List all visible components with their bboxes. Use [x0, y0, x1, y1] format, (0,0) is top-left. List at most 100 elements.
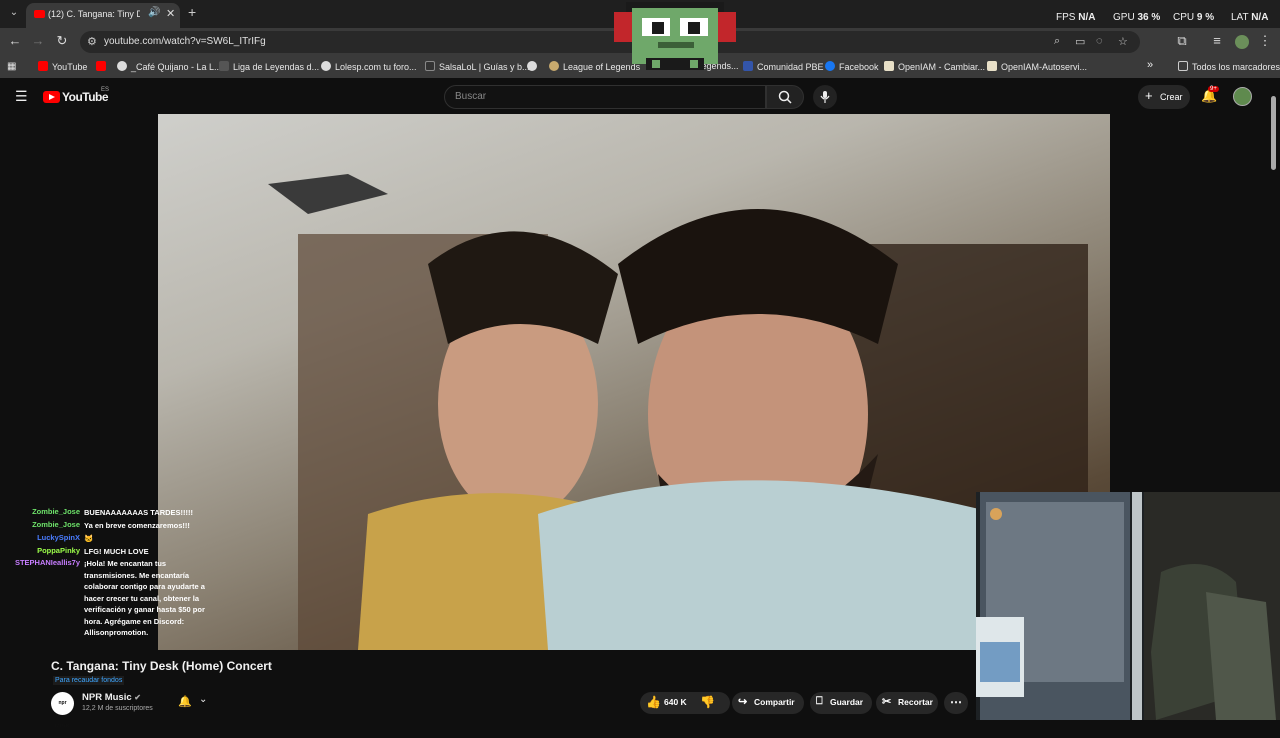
subscription-bell-button[interactable]: 🔔 ⌄ [172, 693, 218, 713]
search-icon [778, 90, 792, 104]
fundraiser-badge[interactable]: Para recaudar fondos [53, 676, 125, 685]
share-icon: ↪ [738, 696, 748, 708]
more-bookmarks-icon[interactable]: » [1147, 59, 1153, 71]
clip-button[interactable]: ✂ Recortar [876, 692, 938, 714]
tab-title: (12) C. Tangana: Tiny Desk (Home) Concer… [48, 9, 140, 19]
forward-icon[interactable]: → [30, 33, 46, 48]
voice-search-button[interactable] [813, 85, 837, 109]
page-icon [884, 61, 894, 71]
bookmark-icon: ⎕ [816, 695, 823, 707]
globe-icon [527, 61, 537, 71]
channel-avatar[interactable]: npr music [51, 692, 74, 729]
bookmark-salsalol[interactable]: SalsaLoL | Guías y b... [425, 61, 530, 72]
clip-label: Recortar [898, 697, 933, 707]
share-button[interactable]: ↪ Compartir [732, 692, 804, 714]
chat-text: Ya en breve comenzaremos!!! [84, 521, 190, 530]
webcam-frame [976, 492, 1280, 720]
microphone-icon [820, 91, 830, 103]
chat-text: 🐱 [84, 534, 94, 543]
profile-avatar[interactable] [1235, 35, 1249, 49]
chat-username: Zombie_Jose [32, 507, 80, 516]
new-tab-icon[interactable]: + [188, 4, 196, 20]
all-bookmarks-folder[interactable]: Todos los marcadores [1178, 61, 1280, 72]
bookmark-cafe-quijano[interactable]: _Café Quijano - La L... [117, 61, 222, 72]
chat-username: LuckySpinX [37, 533, 80, 542]
chat-username: STEPHANIeallis7y [14, 558, 80, 567]
like-count: 640 K [664, 697, 687, 707]
folder-icon [1178, 61, 1188, 71]
address-bar[interactable]: ⚙ youtube.com/watch?v=SW6L_ITrIFg ⌕ ▭ ◌ … [80, 31, 1140, 53]
youtube-favicon-icon [34, 10, 45, 18]
cast-icon[interactable]: ▭ [1075, 35, 1085, 48]
kebab-menu-icon[interactable]: ⋮ [1257, 33, 1273, 49]
fps-readout: FPS N/A [1056, 12, 1096, 23]
bookmark-lolesp[interactable]: Lolesp.com tu foro... [321, 61, 417, 72]
extensions-icon[interactable]: ⧉ [1174, 33, 1190, 49]
verified-badge-icon: ✔ [134, 693, 141, 702]
bookmark-openiam-cambiar[interactable]: OpenIAM - Cambiar... [884, 61, 985, 72]
bookmark-globe[interactable] [527, 61, 541, 72]
gpu-readout: GPU 36 % [1113, 12, 1161, 23]
page-icon [987, 61, 997, 71]
bell-icon: 🔔 [178, 696, 192, 708]
share-label: Compartir [754, 697, 795, 707]
page-scrollbar[interactable] [1271, 96, 1276, 170]
facebook-icon [825, 61, 835, 71]
search-button[interactable] [766, 85, 804, 109]
notification-badge: 9+ [1208, 86, 1219, 92]
youtube-icon [38, 61, 48, 71]
bookmark-facebook[interactable]: Facebook [825, 61, 879, 72]
speaker-icon[interactable]: 🔊 [148, 7, 160, 18]
account-avatar[interactable] [1233, 87, 1252, 106]
hamburger-menu-icon[interactable]: ☰ [15, 88, 28, 105]
apps-grid-icon[interactable]: ▦ [7, 61, 16, 72]
bookmark-star-icon[interactable]: ☆ [1118, 35, 1128, 48]
page-icon [743, 61, 753, 71]
search-placeholder: Buscar [455, 91, 487, 102]
chat-text: LFG! MUCH LOVE [84, 547, 149, 556]
video-frame [268, 174, 1110, 650]
site-info-icon[interactable]: ⚙ [87, 35, 97, 48]
close-tab-icon[interactable]: ✕ [166, 7, 175, 20]
like-dislike-group: 👍 640 K 👎 [640, 692, 730, 714]
bookmark-youtube[interactable]: YouTube [38, 61, 87, 72]
browser-tab-youtube[interactable]: (12) C. Tangana: Tiny Desk (Home) Concer… [26, 3, 180, 28]
media-controls-icon[interactable]: ≡ [1209, 33, 1225, 48]
search-input[interactable]: Buscar [444, 85, 766, 109]
chat-username: Zombie_Jose [32, 520, 80, 529]
bookmark-comunidad-pbe[interactable]: Comunidad PBE [743, 61, 824, 72]
tab-search-chevron-icon[interactable]: ⌄ [6, 5, 22, 21]
bookmark-liga-leyendas[interactable]: Liga de Leyendas d... [219, 61, 319, 72]
chat-username: PoppaPinky [37, 546, 80, 555]
region-code: ES [101, 87, 110, 93]
more-actions-button[interactable]: ⋯ [944, 692, 968, 714]
plus-icon: + [1145, 88, 1153, 103]
globe-icon [321, 61, 331, 71]
video-title: C. Tangana: Tiny Desk (Home) Concert [51, 659, 272, 673]
webcam-overlay [976, 492, 1280, 720]
video-player[interactable] [158, 114, 1110, 650]
chat-text: ¡Hola! Me encantan tus transmisiones. Me… [84, 559, 205, 637]
globe-icon [117, 61, 127, 71]
cpu-readout: CPU 9 % [1173, 12, 1215, 23]
bookmark-openiam-autoservi[interactable]: OpenIAM-Autoservi... [987, 61, 1087, 72]
save-button[interactable]: ⎕ Guardar [810, 692, 872, 714]
like-button[interactable]: 👍 [646, 695, 661, 709]
chat-text: BUENAAAAAAAS TARDES!!!!! [84, 508, 194, 517]
youtube-logo-icon[interactable] [43, 91, 60, 103]
lol-icon [549, 61, 559, 71]
save-label: Guardar [830, 697, 864, 707]
back-icon[interactable]: ← [7, 33, 23, 48]
bookmark-youtube-2[interactable] [96, 61, 110, 72]
reload-icon[interactable]: ↻ [54, 33, 70, 49]
scissors-icon: ✂ [882, 696, 892, 708]
s-icon [425, 61, 435, 71]
eye-off-icon[interactable]: ◌ [1096, 35, 1103, 47]
create-label: Crear [1160, 92, 1183, 102]
lat-readout: LAT N/A [1231, 12, 1269, 23]
create-button[interactable]: + Crear [1138, 85, 1190, 109]
dislike-button[interactable]: 👎 [700, 695, 715, 709]
more-horizontal-icon: ⋯ [950, 695, 962, 709]
channel-name[interactable]: NPR Music ✔ [82, 692, 141, 703]
zoom-icon[interactable]: ⌕ [1054, 35, 1060, 48]
